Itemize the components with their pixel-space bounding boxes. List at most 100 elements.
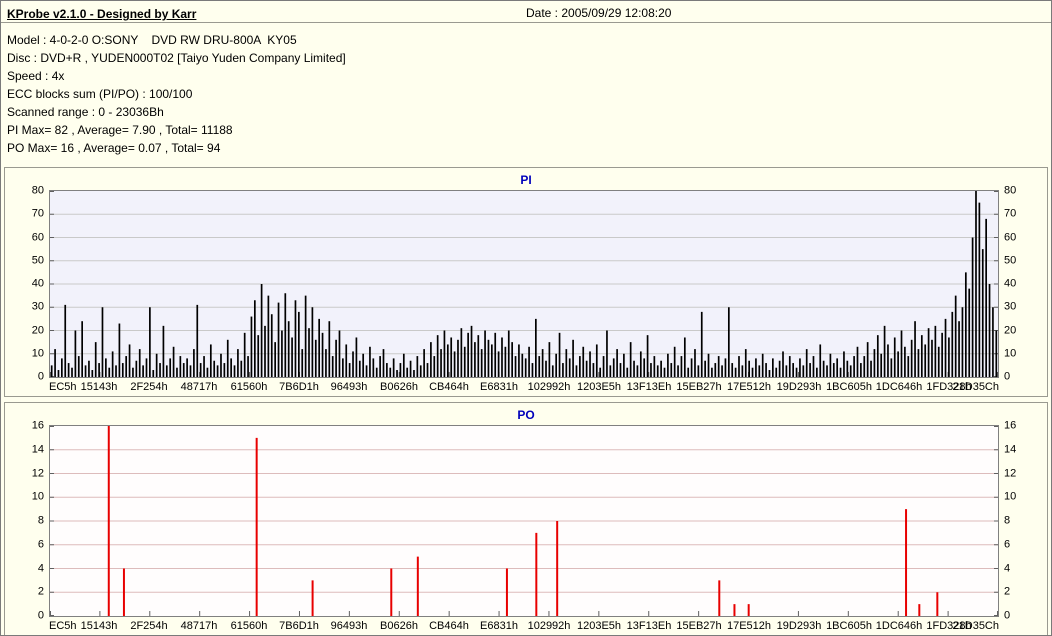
po-chart-panel: PO 0 2 4 6 8 10 12 14 16 0 2 4 6 8 10 12 14 16 EC5h 15143… [4, 402, 1048, 635]
title-row: KProbe v2.1.0 - Designed by Karr Date : … [1, 1, 1051, 23]
info-disc: Disc : DVD+R , YUDEN000T02 [Taiyo Yuden … [7, 51, 346, 65]
x-tick-label: 17E512h [726, 381, 772, 393]
x-tick-label: 1BC605h [826, 381, 872, 393]
y-tick-label: 10 [1004, 347, 1017, 360]
y-tick-label: 12 [1004, 467, 1017, 479]
pi-x-axis: EC5h 15143h 2F254h 48717h 61560h 7B6D1h 96493h… [49, 378, 999, 396]
y-tick-label: 50 [31, 254, 44, 267]
x-tick-label: 17E512h [726, 620, 772, 632]
x-tick-label: B0626h [380, 381, 418, 393]
x-tick-label: 15EB27h [676, 381, 722, 393]
po-x-axis: EC5h 15143h 2F254h 48717h 61560h 7B6D1h 96493h… [49, 617, 999, 635]
y-tick-label: 40 [1004, 277, 1017, 290]
y-tick-label: 10 [1004, 490, 1017, 503]
x-tick-label: 48717h [180, 381, 218, 393]
y-tick-label: 2 [37, 585, 44, 598]
y-tick-label: 0 [37, 609, 44, 622]
pi-chart-panel: PI 0 10 20 30 40 50 60 70 80 0 10 20 30 40 50 60 70 80 E… [4, 167, 1048, 397]
y-tick-label: 20 [31, 324, 44, 336]
x-tick-label: 19D293h [776, 381, 822, 393]
y-tick-label: 50 [1004, 254, 1017, 267]
pi-plot-area [49, 190, 999, 378]
x-tick-label: 21D35Ch [952, 620, 999, 632]
x-tick-label: EC5h [49, 620, 77, 632]
y-tick-label: 70 [1004, 207, 1017, 220]
x-tick-label: 19D293h [776, 620, 822, 632]
y-tick-label: 12 [31, 467, 44, 479]
x-tick-label: 13F13Eh [626, 620, 672, 632]
x-tick-label: E6831h [480, 620, 518, 632]
info-ecc-sum: ECC blocks sum (PI/PO) : 100/100 [7, 87, 193, 101]
x-tick-label: CB464h [429, 620, 469, 632]
y-tick-label: 30 [31, 300, 44, 313]
pi-y-axis-left: 0 10 20 30 40 50 60 70 80 [5, 185, 49, 382]
x-tick-label: 21D35Ch [952, 381, 999, 393]
x-tick-label: 15EB27h [676, 620, 722, 632]
y-tick-label: 60 [31, 231, 44, 243]
y-tick-label: 80 [31, 184, 44, 197]
x-tick-label: 7B6D1h [279, 381, 319, 393]
x-tick-label: 61560h [230, 381, 268, 393]
po-y-axis-right: 0 2 4 6 8 10 12 14 16 [999, 420, 1047, 621]
x-tick-label: EC5h [49, 381, 77, 393]
x-tick-label: CB464h [429, 381, 469, 393]
y-tick-label: 40 [31, 277, 44, 290]
x-tick-label: 1203E5h [576, 620, 622, 632]
x-tick-label: 61560h [230, 620, 268, 632]
date-label: Date : 2005/09/29 12:08:20 [526, 6, 672, 20]
info-pi-stats: PI Max= 82 , Average= 7.90 , Total= 1118… [7, 123, 233, 137]
info-po-stats: PO Max= 16 , Average= 0.07 , Total= 94 [7, 141, 221, 155]
y-tick-label: 60 [1004, 231, 1017, 243]
pi-bars-chart [50, 191, 998, 377]
y-tick-label: 30 [1004, 300, 1017, 313]
y-tick-label: 14 [31, 443, 44, 456]
x-tick-label: 96493h [330, 381, 368, 393]
pi-y-axis-right: 0 10 20 30 40 50 60 70 80 [999, 185, 1047, 382]
info-speed: Speed : 4x [7, 69, 65, 83]
y-tick-label: 6 [37, 538, 44, 551]
x-tick-label: E6831h [480, 381, 518, 393]
x-tick-label: 1BC605h [826, 620, 872, 632]
y-tick-label: 14 [1004, 443, 1017, 456]
x-tick-label: 48717h [180, 620, 218, 632]
y-tick-label: 2 [1004, 585, 1011, 598]
po-bars-chart [50, 426, 998, 616]
y-tick-label: 16 [1004, 419, 1017, 432]
x-tick-label: 96493h [330, 620, 368, 632]
x-tick-label: 15143h [80, 620, 118, 632]
x-tick-label: 2F254h [130, 381, 168, 393]
y-tick-label: 10 [31, 347, 44, 360]
x-tick-label: 7B6D1h [279, 620, 319, 632]
x-tick-label: 13F13Eh [626, 381, 672, 393]
info-scanned-range: Scanned range : 0 - 23036Bh [7, 105, 164, 119]
y-tick-label: 16 [31, 419, 44, 432]
y-tick-label: 20 [1004, 324, 1017, 336]
y-tick-label: 80 [1004, 184, 1017, 197]
y-tick-label: 4 [37, 562, 44, 574]
po-plot-area [49, 425, 999, 617]
y-tick-label: 70 [31, 207, 44, 220]
x-tick-label: 2F254h [130, 620, 168, 632]
y-tick-label: 8 [37, 514, 44, 527]
x-tick-label: B0626h [380, 620, 418, 632]
app-title: KProbe v2.1.0 - Designed by Karr [7, 7, 197, 21]
kprobe-window: KProbe v2.1.0 - Designed by Karr Date : … [0, 0, 1052, 636]
y-tick-label: 4 [1004, 562, 1011, 574]
x-tick-label: 1DC646h [875, 381, 923, 393]
y-tick-label: 0 [1004, 370, 1011, 383]
info-model: Model : 4-0-2-0 O:SONY DVD RW DRU-800A K… [7, 33, 297, 47]
po-chart-body: 0 2 4 6 8 10 12 14 16 0 2 4 6 8 10 12 14 16 [5, 420, 1047, 621]
x-tick-label: 1DC646h [875, 620, 923, 632]
x-tick-label: 1203E5h [576, 381, 622, 393]
pi-chart-title: PI [520, 173, 532, 187]
y-tick-label: 6 [1004, 538, 1011, 551]
scan-info: Model : 4-0-2-0 O:SONY DVD RW DRU-800A K… [1, 23, 1051, 167]
x-tick-label: 102992h [527, 381, 571, 393]
po-chart-title: PO [517, 408, 535, 422]
y-tick-label: 0 [37, 370, 44, 383]
pi-chart-body: 0 10 20 30 40 50 60 70 80 0 10 20 30 40 50 60 70 80 [5, 185, 1047, 382]
po-y-axis-left: 0 2 4 6 8 10 12 14 16 [5, 420, 49, 621]
y-tick-label: 10 [31, 490, 44, 503]
x-tick-label: 102992h [527, 620, 571, 632]
y-tick-label: 8 [1004, 514, 1011, 527]
